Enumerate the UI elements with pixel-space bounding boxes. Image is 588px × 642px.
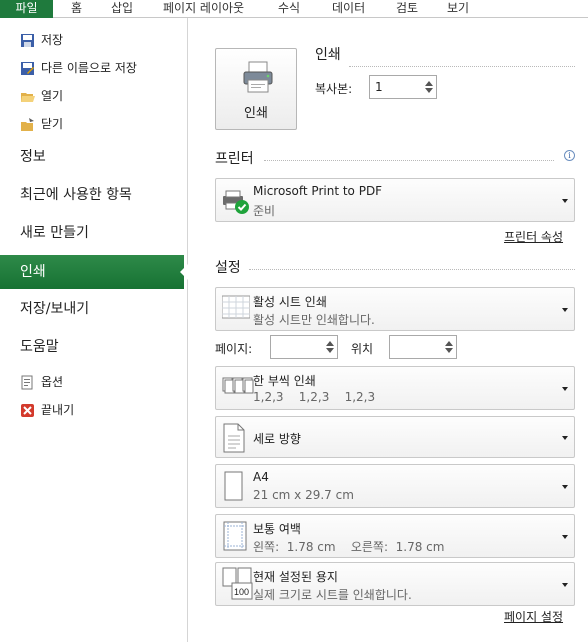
nav-print[interactable]: 인쇄	[0, 255, 188, 289]
settings-section-title: 설정	[215, 260, 241, 276]
nav-options-label: 옵션	[41, 375, 64, 389]
tab-insert[interactable]: 삽입	[111, 0, 133, 18]
nav-close[interactable]: 닫기	[20, 115, 63, 133]
chevron-down-icon	[562, 535, 568, 539]
printer-status: 준비	[253, 204, 276, 218]
print-button[interactable]: 인쇄	[215, 48, 297, 130]
margins-icon	[223, 521, 247, 551]
spin-down-icon[interactable]	[445, 348, 453, 353]
printer-dropdown[interactable]: Microsoft Print to PDF 준비	[215, 178, 575, 222]
collate-icon	[222, 377, 254, 394]
print-what-title: 활성 시트 인쇄	[253, 295, 327, 309]
spin-up-icon[interactable]	[445, 341, 453, 346]
paper-size-title: A4	[253, 470, 269, 484]
copies-input[interactable]: 1	[369, 75, 437, 99]
printer-icon	[243, 61, 273, 93]
spin-up-icon[interactable]	[425, 81, 433, 86]
nav-print-label: 인쇄	[20, 264, 46, 280]
paper-size-icon	[224, 471, 243, 501]
save-icon	[20, 33, 35, 48]
portrait-page-icon	[223, 423, 245, 453]
nav-help[interactable]: 도움말	[20, 335, 59, 359]
tab-home[interactable]: 홈	[71, 0, 82, 18]
open-folder-icon	[20, 89, 35, 104]
tab-view[interactable]: 보기	[447, 0, 469, 18]
nav-save-label: 저장	[41, 33, 64, 47]
section-divider	[349, 66, 575, 67]
paper-size-dropdown[interactable]: A4 21 cm x 29.7 cm	[215, 464, 575, 508]
collate-desc: 1,2,3 1,2,3 1,2,3	[253, 390, 376, 404]
margins-desc: 왼쪽: 1.78 cm 오른쪽: 1.78 cm	[253, 540, 445, 554]
nav-exit-label: 끝내기	[41, 403, 75, 417]
printer-name: Microsoft Print to PDF	[253, 184, 383, 198]
nav-close-label: 닫기	[41, 117, 64, 131]
nav-open[interactable]: 열기	[20, 87, 63, 105]
tab-data[interactable]: 데이터	[332, 0, 365, 18]
tab-review[interactable]: 검토	[396, 0, 418, 18]
collate-dropdown[interactable]: 한 부씩 인쇄 1,2,3 1,2,3 1,2,3	[215, 366, 575, 410]
options-icon	[20, 375, 35, 390]
margins-title: 보통 여백	[253, 522, 301, 536]
nav-save[interactable]: 저장	[20, 31, 63, 49]
tab-formulas[interactable]: 수식	[278, 0, 300, 18]
tab-file[interactable]: 파일	[0, 0, 53, 18]
info-icon[interactable]: i	[564, 150, 575, 161]
chevron-down-icon	[562, 583, 568, 587]
nav-exit[interactable]: 끝내기	[20, 401, 74, 419]
nav-new[interactable]: 새로 만들기	[20, 221, 89, 245]
print-button-label: 인쇄	[244, 106, 268, 121]
scaling-icon: 100	[222, 567, 253, 600]
spin-up-icon[interactable]	[326, 341, 334, 346]
nav-open-label: 열기	[41, 89, 64, 103]
section-divider	[264, 160, 554, 161]
collate-title: 한 부씩 인쇄	[253, 374, 316, 388]
pages-label: 페이지:	[215, 342, 253, 356]
tab-page-layout[interactable]: 페이지 레이아웃	[163, 0, 244, 18]
print-section-title: 인쇄	[315, 47, 341, 63]
orientation-title: 세로 방향	[253, 432, 301, 446]
paper-size-desc: 21 cm x 29.7 cm	[253, 488, 354, 502]
scaling-desc: 실제 크기로 시트를 인쇄합니다.	[253, 588, 412, 602]
nav-save-as[interactable]: 다른 이름으로 저장	[20, 59, 137, 77]
nav-info[interactable]: 정보	[20, 145, 46, 169]
spin-down-icon[interactable]	[425, 88, 433, 93]
chevron-down-icon	[562, 485, 568, 489]
copies-value: 1	[375, 80, 383, 94]
sheet-grid-icon	[222, 295, 250, 319]
scaling-dropdown[interactable]: 100 현재 설정된 용지 실제 크기로 시트를 인쇄합니다.	[215, 562, 575, 606]
chevron-down-icon	[562, 308, 568, 312]
print-what-dropdown[interactable]: 활성 시트 인쇄 활성 시트만 인쇄합니다.	[215, 287, 575, 331]
nav-options[interactable]: 옵션	[20, 373, 63, 391]
nav-save-send[interactable]: 저장/보내기	[20, 297, 89, 321]
copies-label: 복사본:	[315, 82, 353, 96]
scaling-title: 현재 설정된 용지	[253, 570, 338, 584]
chevron-down-icon	[562, 199, 568, 203]
nav-recent[interactable]: 최근에 사용한 항목	[20, 183, 132, 207]
printer-section-title: 프린터	[215, 151, 254, 167]
ribbon-tab-bar: 파일 홈 삽입 페이지 레이아웃 수식 데이터 검토 보기	[0, 0, 588, 18]
spin-down-icon[interactable]	[326, 348, 334, 353]
margins-dropdown[interactable]: 보통 여백 왼쪽: 1.78 cm 오른쪽: 1.78 cm	[215, 514, 575, 558]
printer-ready-icon	[223, 190, 249, 214]
close-folder-icon	[20, 117, 35, 132]
pages-from-input[interactable]	[270, 335, 338, 359]
active-arrow-icon	[180, 264, 188, 280]
chevron-down-icon	[562, 436, 568, 440]
exit-icon	[20, 403, 35, 418]
print-what-desc: 활성 시트만 인쇄합니다.	[253, 313, 375, 327]
orientation-dropdown[interactable]: 세로 방향	[215, 416, 575, 458]
pages-to-label: 위치	[351, 342, 374, 356]
backstage-nav: 저장 다른 이름으로 저장 열기 닫기 정보 최근에 사용한 항목 새로 만들기…	[0, 18, 188, 642]
save-as-icon	[20, 61, 35, 76]
print-panel: 인쇄 인쇄 복사본: 1 프린터 i Microsoft Print to PD…	[189, 18, 588, 642]
page-setup-link[interactable]: 페이지 설정	[504, 608, 563, 625]
scaling-icon-text: 100	[234, 587, 249, 597]
pages-to-input[interactable]	[389, 335, 457, 359]
section-divider	[249, 269, 575, 270]
printer-properties-link[interactable]: 프린터 속성	[504, 228, 563, 245]
nav-save-as-label: 다른 이름으로 저장	[41, 61, 137, 75]
chevron-down-icon	[562, 387, 568, 391]
